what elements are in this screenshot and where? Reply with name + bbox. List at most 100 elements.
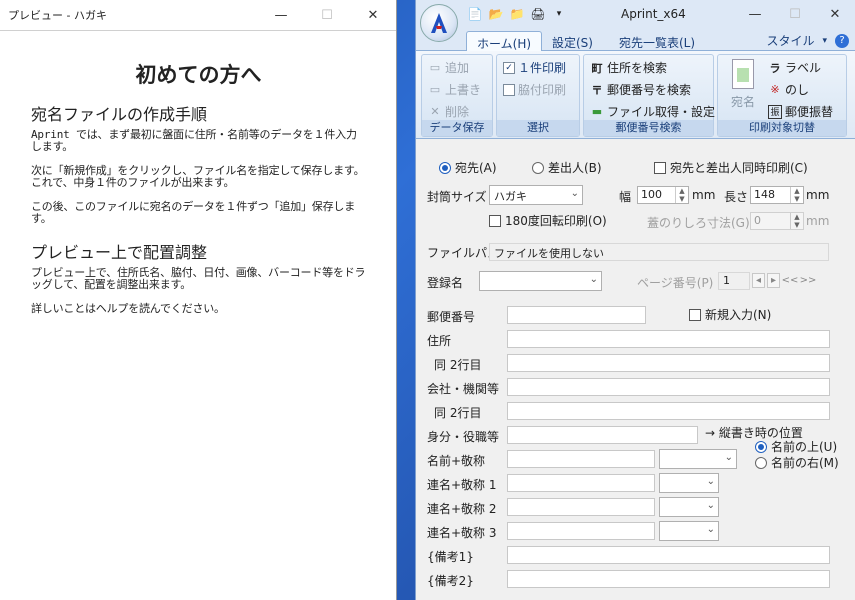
envelope-size-select[interactable]: ハガキ ⌄ xyxy=(489,185,583,205)
next-page-icon[interactable]: ▸ xyxy=(767,273,780,288)
chevron-down-icon: ⌄ xyxy=(570,188,579,199)
chevron-down-icon: ⌄ xyxy=(706,476,715,487)
postal-transfer-button[interactable]: 振郵便振替 xyxy=(768,103,833,120)
joint2-field[interactable] xyxy=(507,498,655,516)
app-logo-icon[interactable] xyxy=(420,4,458,42)
group-label: データ保存 xyxy=(422,120,492,136)
folder-icon: ▬ xyxy=(591,105,603,118)
zip-search-button[interactable]: 〒郵便番号を検索 xyxy=(590,81,692,98)
joint3-honorific-select[interactable]: ⌄ xyxy=(659,521,719,541)
company-field[interactable] xyxy=(507,378,830,396)
postcard-icon xyxy=(732,59,754,89)
note1-field[interactable] xyxy=(507,546,830,564)
close-icon[interactable]: ✕ xyxy=(350,0,396,31)
flap-spinner[interactable]: 0 ▲ ▼ xyxy=(750,212,804,230)
style-dropdown-icon[interactable]: ▾ xyxy=(822,36,827,46)
delete-button[interactable]: ✕ 削除 xyxy=(428,103,469,120)
new-input-checkbox[interactable]: 新規入力(N) xyxy=(689,306,771,323)
address2-field[interactable] xyxy=(507,354,830,372)
tab-home[interactable]: ホーム(H) xyxy=(466,31,543,52)
minimize-icon[interactable]: — xyxy=(735,0,775,29)
file-setting-button[interactable]: ▬ ファイル取得・設定 xyxy=(590,103,715,120)
qat-dropdown-icon[interactable]: ▾ xyxy=(550,5,568,23)
preview-paragraph: プレビュー上で、住所氏名、脇付、日付、画像、バーコード等をドラッグして、配置を調… xyxy=(31,266,366,291)
honorific-select[interactable]: ⌄ xyxy=(659,449,737,469)
joint2-honorific-select[interactable]: ⌄ xyxy=(659,497,719,517)
side-print-checkbox[interactable]: 脇付印刷 xyxy=(503,81,566,98)
preview-window: プレビュー - ハガキ — ☐ ✕ 初めての方へ 宛名ファイルの作成手順 Apr… xyxy=(0,0,397,600)
app-title: Aprint_x64 xyxy=(621,7,686,21)
radio-name-above[interactable]: 名前の上(U) xyxy=(755,438,837,455)
unit-label: mm xyxy=(806,214,830,228)
minimize-icon[interactable]: — xyxy=(258,0,304,31)
note2-field[interactable] xyxy=(507,570,830,588)
joint3-field[interactable] xyxy=(507,522,655,540)
height-label: 長さ xyxy=(724,190,749,204)
checkbox-icon xyxy=(503,83,515,96)
position-field[interactable] xyxy=(507,426,698,444)
open-folder-icon[interactable]: 📂 xyxy=(487,5,505,23)
app-titlebar: 📄 📂 📁 🖨 ▾ Aprint_x64 — ☐ ✕ xyxy=(416,0,855,42)
radio-name-right[interactable]: 名前の右(M) xyxy=(755,454,839,471)
first-page-icon[interactable]: << xyxy=(782,273,799,288)
new-file-icon[interactable]: 📄 xyxy=(466,5,484,23)
chevron-down-icon: ⌄ xyxy=(589,274,598,285)
tab-address-list[interactable]: 宛先一覧表(L) xyxy=(609,31,705,52)
preview-section-title: 宛名ファイルの作成手順 xyxy=(31,105,208,124)
radio-selected-icon xyxy=(755,440,767,453)
noshi-button[interactable]: ※ のし xyxy=(768,81,809,98)
preview-paragraph: この後、このファイルに宛名のデータを１件ずつ「追加」保存します。 xyxy=(31,200,355,225)
company-label: 会社・機関等 xyxy=(427,382,500,396)
address-field[interactable] xyxy=(507,330,830,348)
spinner-arrows-icon: ▲ ▼ xyxy=(675,187,688,203)
atena-button[interactable]: 宛名 xyxy=(726,57,760,110)
maximize-icon[interactable]: ☐ xyxy=(304,0,350,31)
checkbox-icon xyxy=(654,161,666,174)
label-button[interactable]: ララベル xyxy=(768,59,822,76)
note1-label: {備考1} xyxy=(427,550,474,564)
preview-section-title: プレビュー上で配置調整 xyxy=(31,243,208,262)
add-button[interactable]: ▭ 追加 xyxy=(428,59,469,76)
joint1-field[interactable] xyxy=(507,474,655,492)
help-icon[interactable]: ? xyxy=(835,33,849,48)
joint3-label: 連名+敬称 3 xyxy=(427,526,497,540)
checkbox-checked-icon: ✓ xyxy=(503,61,515,74)
postal-mark-icon: 〒 xyxy=(591,83,603,97)
preview-paragraph: 詳しいことはヘルプを読んでください。 xyxy=(31,302,225,315)
group-label: 印刷対象切替 xyxy=(718,120,846,136)
transfer-icon: 振 xyxy=(768,104,782,119)
print-one-checkbox[interactable]: ✓ １件印刷 xyxy=(503,59,566,76)
print-icon[interactable]: 🖨 xyxy=(529,5,547,23)
address-search-button[interactable]: 町住所を検索 xyxy=(590,59,668,76)
tab-settings[interactable]: 設定(S) xyxy=(542,31,603,52)
preview-title: プレビュー - ハガキ xyxy=(8,9,107,22)
height-spinner[interactable]: 148 ▲ ▼ xyxy=(750,186,804,204)
aprint-window: 📄 📂 📁 🖨 ▾ Aprint_x64 — ☐ ✕ ホーム(H) 設定(S) … xyxy=(415,0,855,600)
flap-label: 蓋のりしろ寸法(G) xyxy=(647,216,750,230)
radio-destination[interactable]: 宛先(A) xyxy=(439,159,497,176)
regname-select[interactable]: ⌄ xyxy=(479,271,602,291)
radio-selected-icon xyxy=(439,161,451,174)
last-page-icon[interactable]: >> xyxy=(800,273,817,288)
zip-field[interactable] xyxy=(507,306,646,324)
name-field[interactable] xyxy=(507,450,655,468)
checkbox-icon xyxy=(489,214,501,227)
address2-label: 同 2行目 xyxy=(434,358,482,372)
page-number-field: 1 xyxy=(718,272,750,290)
save-folder-icon[interactable]: 📁 xyxy=(508,5,526,23)
radio-sender[interactable]: 差出人(B) xyxy=(532,159,602,176)
radio-icon xyxy=(532,161,544,174)
prev-page-icon[interactable]: ◂ xyxy=(752,273,765,288)
company2-field[interactable] xyxy=(507,402,830,420)
ribbon: ▭ 追加 ▭ 上書き ✕ 削除 データ保存 ✓ １件印刷 脇付印刷 選択 町住所を検索 xyxy=(416,51,855,139)
unit-label: mm xyxy=(692,188,716,202)
joint1-honorific-select[interactable]: ⌄ xyxy=(659,473,719,493)
style-menu[interactable]: スタイル xyxy=(766,32,814,49)
close-icon[interactable]: ✕ xyxy=(815,0,855,29)
width-spinner[interactable]: 100 ▲ ▼ xyxy=(637,186,689,204)
rotate-checkbox[interactable]: 180度回転印刷(O) xyxy=(489,212,607,229)
maximize-icon[interactable]: ☐ xyxy=(775,0,815,29)
overwrite-button[interactable]: ▭ 上書き xyxy=(428,81,481,98)
both-print-checkbox[interactable]: 宛先と差出人同時印刷(C) xyxy=(654,159,808,176)
group-label: 郵便番号検索 xyxy=(584,120,713,136)
